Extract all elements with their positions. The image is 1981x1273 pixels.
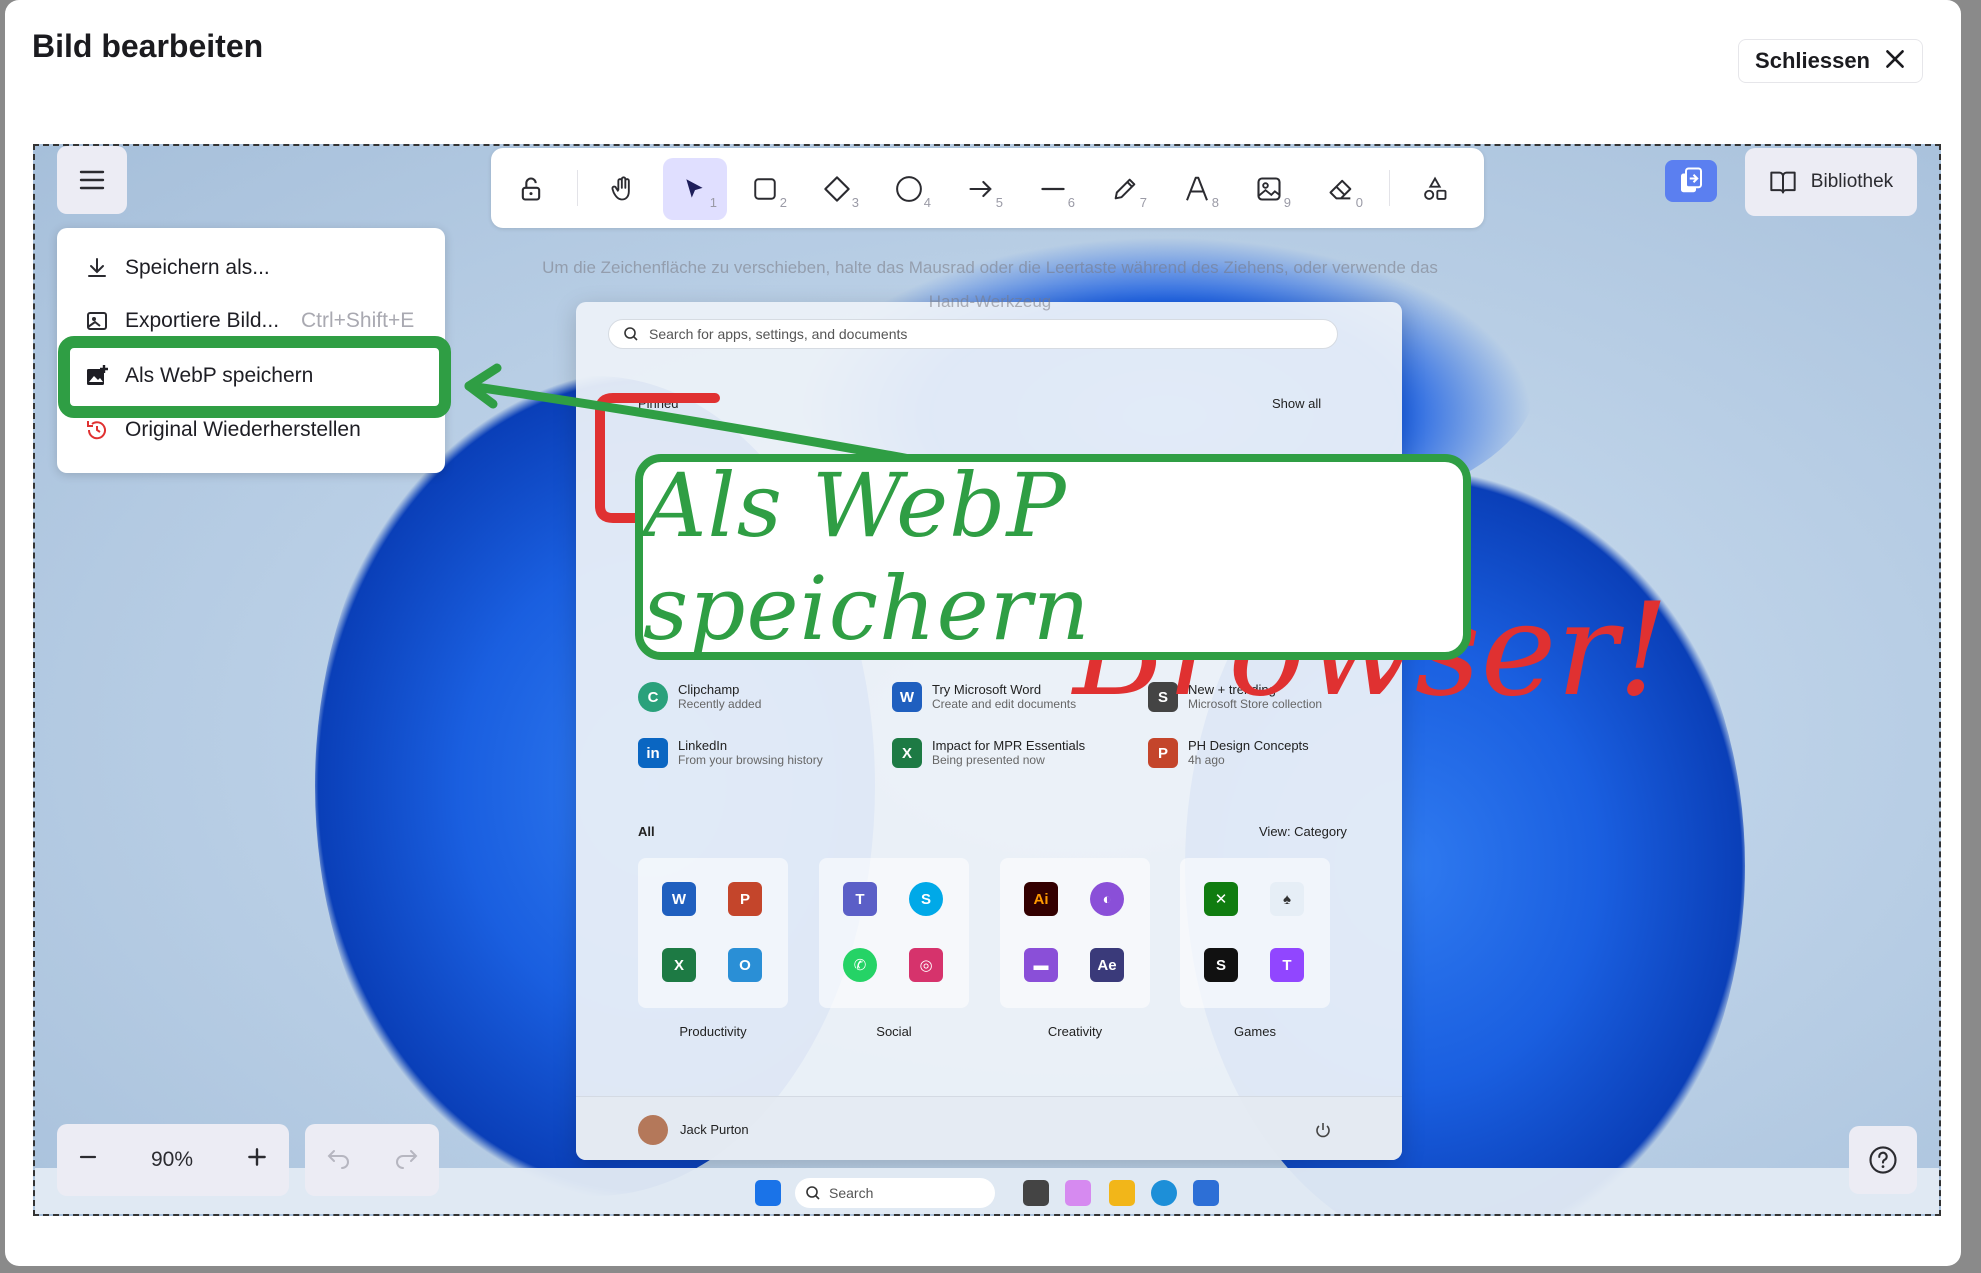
text-icon [1186,176,1208,201]
tool-selection[interactable]: 1 [663,158,727,220]
drawing-toolbar: 1 2 3 4 5 6 7 8 9 0 [491,148,1484,228]
menu-item-save-as[interactable]: Speichern als... [85,256,270,280]
undo-button[interactable] [326,1147,352,1174]
library-button[interactable]: Bibliothek [1745,148,1917,216]
callout-text: Als WebP speichern [643,454,1091,660]
image-icon [1257,177,1281,201]
close-icon [1882,46,1908,77]
menu-item-label: Exportiere Bild... [125,309,280,332]
plus-icon [248,1148,266,1166]
drawing-canvas[interactable]: Search for apps, settings, and documents… [33,144,1941,1216]
menu-item-label: Original Wiederherstellen [125,418,361,441]
arrow-icon [969,180,992,198]
download-icon [88,258,106,277]
tool-ellipse[interactable]: 4 [877,158,941,220]
shapes-icon [1424,176,1447,200]
main-menu-button[interactable] [57,146,127,214]
zoom-controls: 90% [57,1124,289,1196]
minus-icon [79,1155,97,1159]
ellipse-icon [896,176,922,202]
lock-icon [521,177,541,201]
zoom-in-button[interactable] [245,1145,269,1175]
redo-icon [395,1149,417,1169]
tool-diamond[interactable]: 3 [805,158,869,220]
share-icon [1681,167,1702,193]
webp-callout-box[interactable]: Als WebP speichern [635,454,1471,660]
tool-image[interactable]: 9 [1237,158,1301,220]
rectangle-icon [754,178,776,200]
tool-hand[interactable] [591,158,655,220]
hand-icon [611,176,630,201]
share-button[interactable] [1665,160,1717,202]
zoom-out-button[interactable] [77,1146,99,1174]
menu-item-export-image[interactable]: Exportiere Bild... Ctrl+Shift+E [85,309,425,333]
line-icon [1041,187,1065,191]
tool-arrow[interactable]: 5 [949,158,1013,220]
redo-button[interactable] [393,1147,419,1174]
pencil-icon [1114,178,1136,200]
toolbar-separator [1389,170,1390,206]
book-icon [1770,171,1796,194]
close-label: Schliessen [1755,48,1870,73]
tool-pencil[interactable]: 7 [1093,158,1157,220]
tool-rectangle[interactable]: 2 [733,158,797,220]
hamburger-icon [79,170,105,190]
selection-icon [686,179,703,198]
history-icon [87,421,106,440]
menu-item-restore-original[interactable]: Original Wiederherstellen [85,418,361,442]
undo-icon [327,1149,349,1169]
menu-item-label: Speichern als... [125,256,270,279]
help-icon [1869,1146,1897,1174]
library-label: Bibliothek [1810,171,1894,192]
dialog-title: Bild bearbeiten [32,28,264,64]
toolbar-separator [577,170,578,206]
tool-extra-shapes[interactable] [1403,158,1467,220]
tool-lock[interactable] [499,158,563,220]
edit-image-dialog: Bild bearbeiten Schliessen Search for ap… [5,0,1961,1266]
help-button[interactable] [1849,1126,1917,1194]
tool-text[interactable]: 8 [1165,158,1229,220]
menu-item-shortcut: Ctrl+Shift+E [301,309,415,332]
tool-line[interactable]: 6 [1021,158,1085,220]
export-image-icon [87,312,107,330]
eraser-icon [1329,179,1352,200]
green-highlight-box[interactable] [58,336,451,418]
close-button[interactable]: Schliessen [1738,39,1923,83]
diamond-icon [824,176,850,202]
tool-eraser[interactable]: 0 [1309,158,1373,220]
zoom-level[interactable]: 90% [151,1148,193,1172]
history-controls [305,1124,439,1196]
